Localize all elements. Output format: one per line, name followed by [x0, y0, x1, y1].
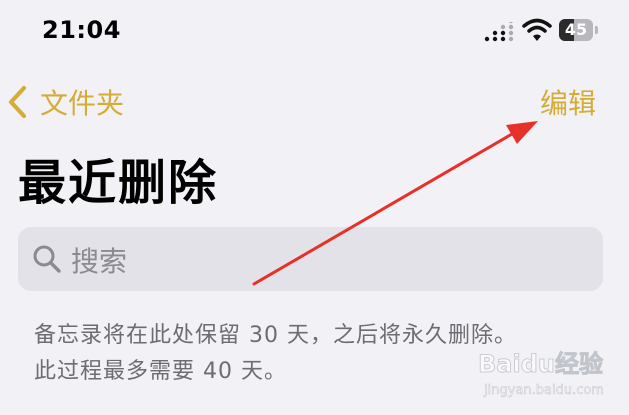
edit-button[interactable]: 编辑	[540, 82, 596, 122]
retention-info-line: 此过程最多需要 40 天。	[34, 359, 287, 384]
search-input[interactable]: 搜索	[18, 227, 603, 291]
signal-icon	[484, 22, 514, 42]
battery-body: 45	[559, 19, 593, 41]
battery-icon: 45	[559, 19, 601, 41]
battery-level: 45	[564, 20, 588, 39]
retention-info: 备忘录将在此处保留 30 天，之后将永久删除。 此过程最多需要 40 天。	[34, 318, 594, 390]
battery-tip	[595, 26, 598, 34]
status-bar: 21:04 45	[0, 0, 629, 62]
back-button-label: 文件夹	[40, 87, 125, 120]
chevron-left-icon	[8, 85, 27, 119]
wifi-icon	[522, 18, 552, 41]
status-time: 21:04	[42, 16, 121, 44]
search-icon	[33, 245, 61, 273]
page-title: 最近删除	[18, 155, 219, 211]
back-button[interactable]: 文件夹	[6, 82, 124, 122]
retention-info-line: 备忘录将在此处保留 30 天，之后将永久删除。	[34, 323, 517, 348]
search-placeholder: 搜索	[71, 245, 128, 278]
